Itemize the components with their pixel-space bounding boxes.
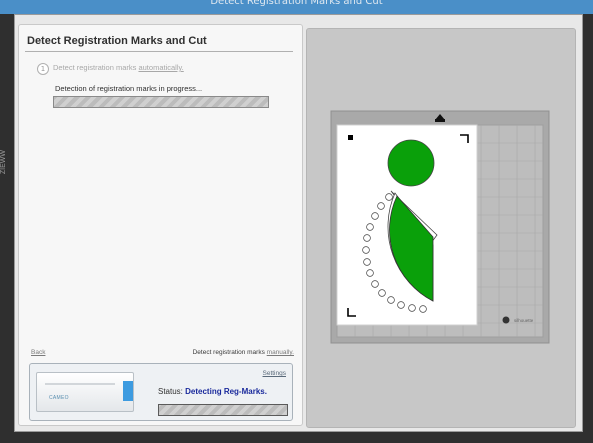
detection-progress-label: Detection of registration marks in progr…: [55, 84, 203, 93]
left-edge-text: ZIEWW: [0, 150, 7, 175]
silhouette-logo-icon: [502, 316, 510, 324]
manual-detect-row: Detect registration marks manually.: [193, 349, 294, 356]
detect-manually-link[interactable]: manually.: [267, 349, 294, 356]
manual-detect-label: Detect registration marks: [192, 349, 265, 356]
step-number-badge: 1: [37, 63, 49, 75]
step-detect-automatic: Detect registration marks automatically.: [53, 63, 184, 72]
window-title: Detect Registration Marks and Cut: [210, 0, 383, 7]
step-label: Detect registration marks: [53, 63, 137, 72]
window-title-bar[interactable]: Detect Registration Marks and Cut: [0, 0, 593, 14]
back-link[interactable]: Back: [31, 349, 45, 356]
preview-pane: silhouette: [306, 28, 576, 428]
device-status-panel: CAMEO Settings Status: Detecting Reg-Mar…: [29, 363, 293, 421]
registration-mark-square: [348, 135, 353, 140]
device-brand-label: CAMEO: [49, 395, 69, 401]
feed-arrow-base: [435, 119, 445, 122]
status-line: Status: Detecting Reg-Marks.: [158, 387, 267, 396]
cutting-mat-preview: silhouette: [330, 110, 550, 344]
status-prefix: Status:: [158, 387, 183, 396]
device-slot-line: [45, 383, 115, 385]
mat-brand-text: silhouette: [514, 318, 534, 323]
device-accent-panel: [123, 381, 133, 401]
cutter-device-image: CAMEO: [36, 372, 134, 412]
dialog-heading: Detect Registration Marks and Cut: [27, 35, 207, 47]
status-value: Detecting Reg-Marks.: [185, 387, 267, 396]
detection-progress-bar: [53, 96, 269, 108]
status-progress-bar: [158, 404, 288, 416]
heading-divider: [25, 51, 293, 52]
settings-link[interactable]: Settings: [263, 370, 287, 377]
green-circle-shape: [387, 139, 435, 187]
detect-automatically-link[interactable]: automatically.: [138, 63, 183, 72]
wizard-pane: Detect Registration Marks and Cut 1 Dete…: [18, 24, 303, 426]
